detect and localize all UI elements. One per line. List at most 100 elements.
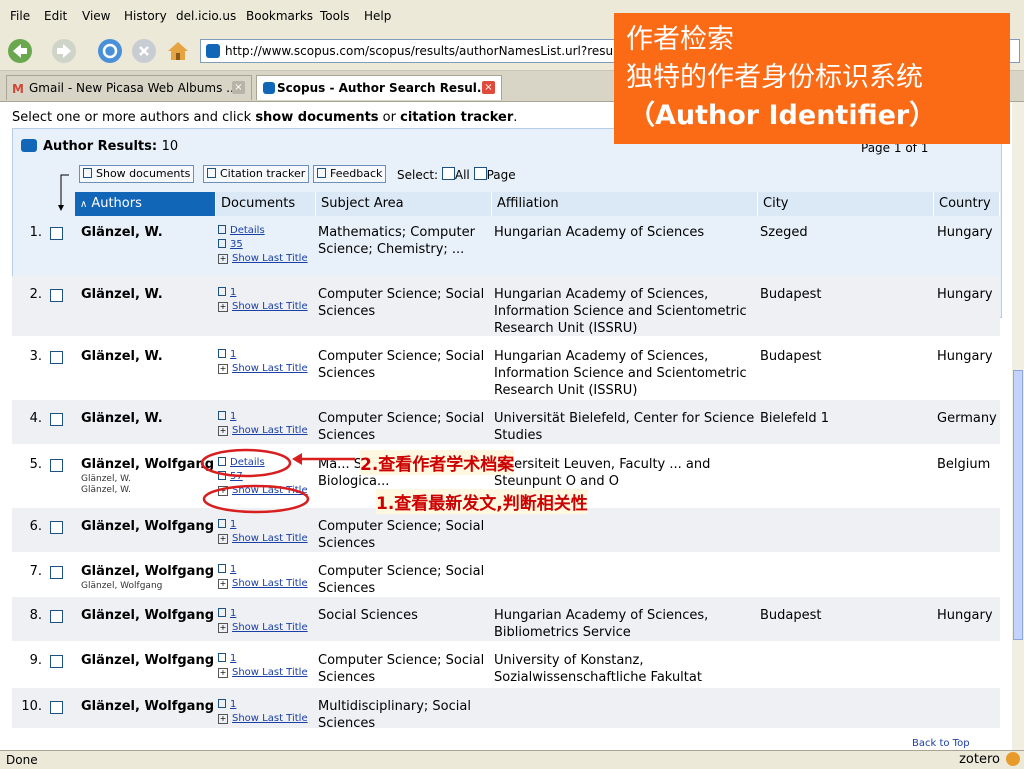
show-last-title-link[interactable]: Show Last Title bbox=[232, 253, 308, 264]
menu-bookmarks[interactable]: Bookmarks bbox=[246, 9, 313, 23]
scrollbar-thumb[interactable] bbox=[1013, 370, 1023, 640]
annotation-arrowhead bbox=[292, 453, 302, 465]
table-row: 7. Glänzel, Wolfgang Glänzel, Wolfgang 1 + Sh… bbox=[12, 553, 1000, 597]
document-count-link[interactable]: 1 bbox=[230, 608, 236, 619]
document-count-link[interactable]: 1 bbox=[230, 519, 236, 530]
show-last-title-link[interactable]: Show Last Title bbox=[232, 713, 308, 724]
table-row: 8. Glänzel, Wolfgang 1 + Show Last Title Soci… bbox=[12, 597, 1000, 641]
country: Belgium bbox=[937, 457, 991, 472]
tab-gmail[interactable]: M Gmail - New Picasa Web Albums ... × bbox=[6, 75, 252, 100]
column-country[interactable]: Country bbox=[934, 192, 1000, 216]
tab-close-icon[interactable]: × bbox=[232, 81, 245, 94]
country: Hungary bbox=[937, 608, 993, 623]
country: Hungary bbox=[937, 349, 993, 364]
tab-label: Gmail - New Picasa Web Albums ... bbox=[29, 81, 238, 95]
column-authors[interactable]: ∧ Authors bbox=[75, 192, 216, 216]
menu-edit[interactable]: Edit bbox=[44, 9, 67, 23]
scopus-icon bbox=[263, 82, 275, 94]
stop-icon[interactable] bbox=[132, 39, 156, 63]
column-affiliation[interactable]: Affiliation bbox=[492, 192, 758, 216]
details-link[interactable]: Details bbox=[230, 225, 265, 236]
document-count-link[interactable]: 1 bbox=[230, 564, 236, 575]
document-count-link[interactable]: 35 bbox=[230, 239, 243, 250]
url-text: http://www.scopus.com/scopus/results/aut… bbox=[225, 44, 647, 58]
row-checkbox[interactable] bbox=[50, 521, 63, 534]
author-name-variant: Glänzel, W. bbox=[81, 474, 131, 484]
zotero-icon[interactable] bbox=[1006, 752, 1020, 766]
table-row: 4. Glänzel, W. 1 + Show Last Title Computer S… bbox=[12, 400, 1000, 444]
row-checkbox[interactable] bbox=[50, 351, 63, 364]
home-icon[interactable] bbox=[166, 39, 190, 63]
city: Budapest bbox=[760, 608, 822, 623]
show-last-title-link[interactable]: Show Last Title bbox=[232, 425, 308, 436]
tab-scopus[interactable]: Scopus - Author Search Resul... × bbox=[256, 75, 502, 100]
column-subject-area[interactable]: Subject Area bbox=[316, 192, 492, 216]
table-row: 2. Glänzel, W. 1 + Show Last Title Computer S… bbox=[12, 276, 1000, 336]
column-documents[interactable]: Documents bbox=[216, 192, 316, 216]
expand-icon: + bbox=[218, 534, 228, 544]
subject-area: Multidisciplinary; Social Sciences bbox=[318, 699, 471, 731]
back-to-top-link[interactable]: Back to Top bbox=[912, 738, 970, 749]
show-last-title-link[interactable]: Show Last Title bbox=[232, 301, 308, 312]
select-page-checkbox[interactable] bbox=[473, 167, 487, 180]
site-favicon-icon bbox=[206, 44, 220, 58]
show-last-title-link[interactable]: Show Last Title bbox=[232, 578, 308, 589]
row-checkbox[interactable] bbox=[50, 413, 63, 426]
author-name-variant: Glänzel, W. bbox=[81, 485, 131, 495]
zotero-label[interactable]: zotero bbox=[959, 752, 1000, 767]
menu-tools[interactable]: Tools bbox=[320, 9, 350, 23]
author-name[interactable]: Glänzel, Wolfgang bbox=[81, 652, 214, 669]
feedback-button[interactable]: Feedback bbox=[313, 165, 387, 183]
author-name[interactable]: Glänzel, W. bbox=[81, 348, 163, 365]
country: Hungary bbox=[937, 225, 993, 240]
document-count-link[interactable]: 1 bbox=[230, 349, 236, 360]
subject-area: Computer Science; Social Sciences bbox=[318, 287, 485, 319]
author-name[interactable]: Glänzel, Wolfgang bbox=[81, 456, 214, 473]
row-checkbox[interactable] bbox=[50, 227, 63, 240]
select-all-checkbox[interactable] bbox=[441, 167, 455, 180]
author-name[interactable]: Glänzel, W. bbox=[81, 224, 163, 241]
show-last-title-link[interactable]: Show Last Title bbox=[232, 667, 308, 678]
forward-icon[interactable] bbox=[52, 39, 76, 63]
city: Szeged bbox=[760, 225, 808, 240]
menu-history[interactable]: History bbox=[124, 9, 167, 23]
row-checkbox[interactable] bbox=[50, 701, 63, 714]
expand-icon: + bbox=[218, 668, 228, 678]
person-icon bbox=[218, 225, 226, 234]
show-last-title-link[interactable]: Show Last Title bbox=[232, 363, 308, 374]
document-count-link[interactable]: 1 bbox=[230, 699, 236, 710]
row-checkbox[interactable] bbox=[50, 655, 63, 668]
row-checkbox[interactable] bbox=[50, 459, 63, 472]
subject-area: Mathematics; Computer Science; Chemistry… bbox=[318, 225, 475, 257]
instruction-text: Select one or more authors and click sho… bbox=[12, 110, 518, 125]
show-documents-button[interactable]: Show documents bbox=[79, 165, 195, 183]
author-name[interactable]: Glänzel, Wolfgang bbox=[81, 698, 214, 715]
row-checkbox[interactable] bbox=[50, 610, 63, 623]
citation-tracker-button[interactable]: Citation tracker bbox=[203, 165, 310, 183]
tab-close-icon[interactable]: × bbox=[482, 81, 495, 94]
annotation-markup bbox=[200, 448, 355, 514]
menu-file[interactable]: File bbox=[10, 9, 30, 23]
menu-view[interactable]: View bbox=[82, 9, 110, 23]
document-count-link[interactable]: 1 bbox=[230, 653, 236, 664]
menu-help[interactable]: Help bbox=[364, 9, 391, 23]
author-name[interactable]: Glänzel, Wolfgang bbox=[81, 518, 214, 535]
author-name[interactable]: Glänzel, W. bbox=[81, 286, 163, 303]
row-number: 8. bbox=[29, 608, 42, 623]
reload-icon[interactable] bbox=[98, 39, 122, 63]
document-count-link[interactable]: 1 bbox=[230, 287, 236, 298]
show-last-title-link[interactable]: Show Last Title bbox=[232, 533, 308, 544]
menu-delicious[interactable]: del.icio.us bbox=[176, 9, 236, 23]
status-text: Done bbox=[6, 753, 38, 767]
author-name[interactable]: Glänzel, Wolfgang bbox=[81, 563, 214, 580]
author-name[interactable]: Glänzel, Wolfgang bbox=[81, 607, 214, 624]
column-city[interactable]: City bbox=[758, 192, 934, 216]
row-checkbox[interactable] bbox=[50, 566, 63, 579]
row-checkbox[interactable] bbox=[50, 289, 63, 302]
row-number: 4. bbox=[29, 411, 42, 426]
author-name[interactable]: Glänzel, W. bbox=[81, 410, 163, 427]
back-icon[interactable] bbox=[8, 39, 32, 63]
chart-icon bbox=[207, 168, 216, 178]
document-count-link[interactable]: 1 bbox=[230, 411, 236, 422]
show-last-title-link[interactable]: Show Last Title bbox=[232, 622, 308, 633]
